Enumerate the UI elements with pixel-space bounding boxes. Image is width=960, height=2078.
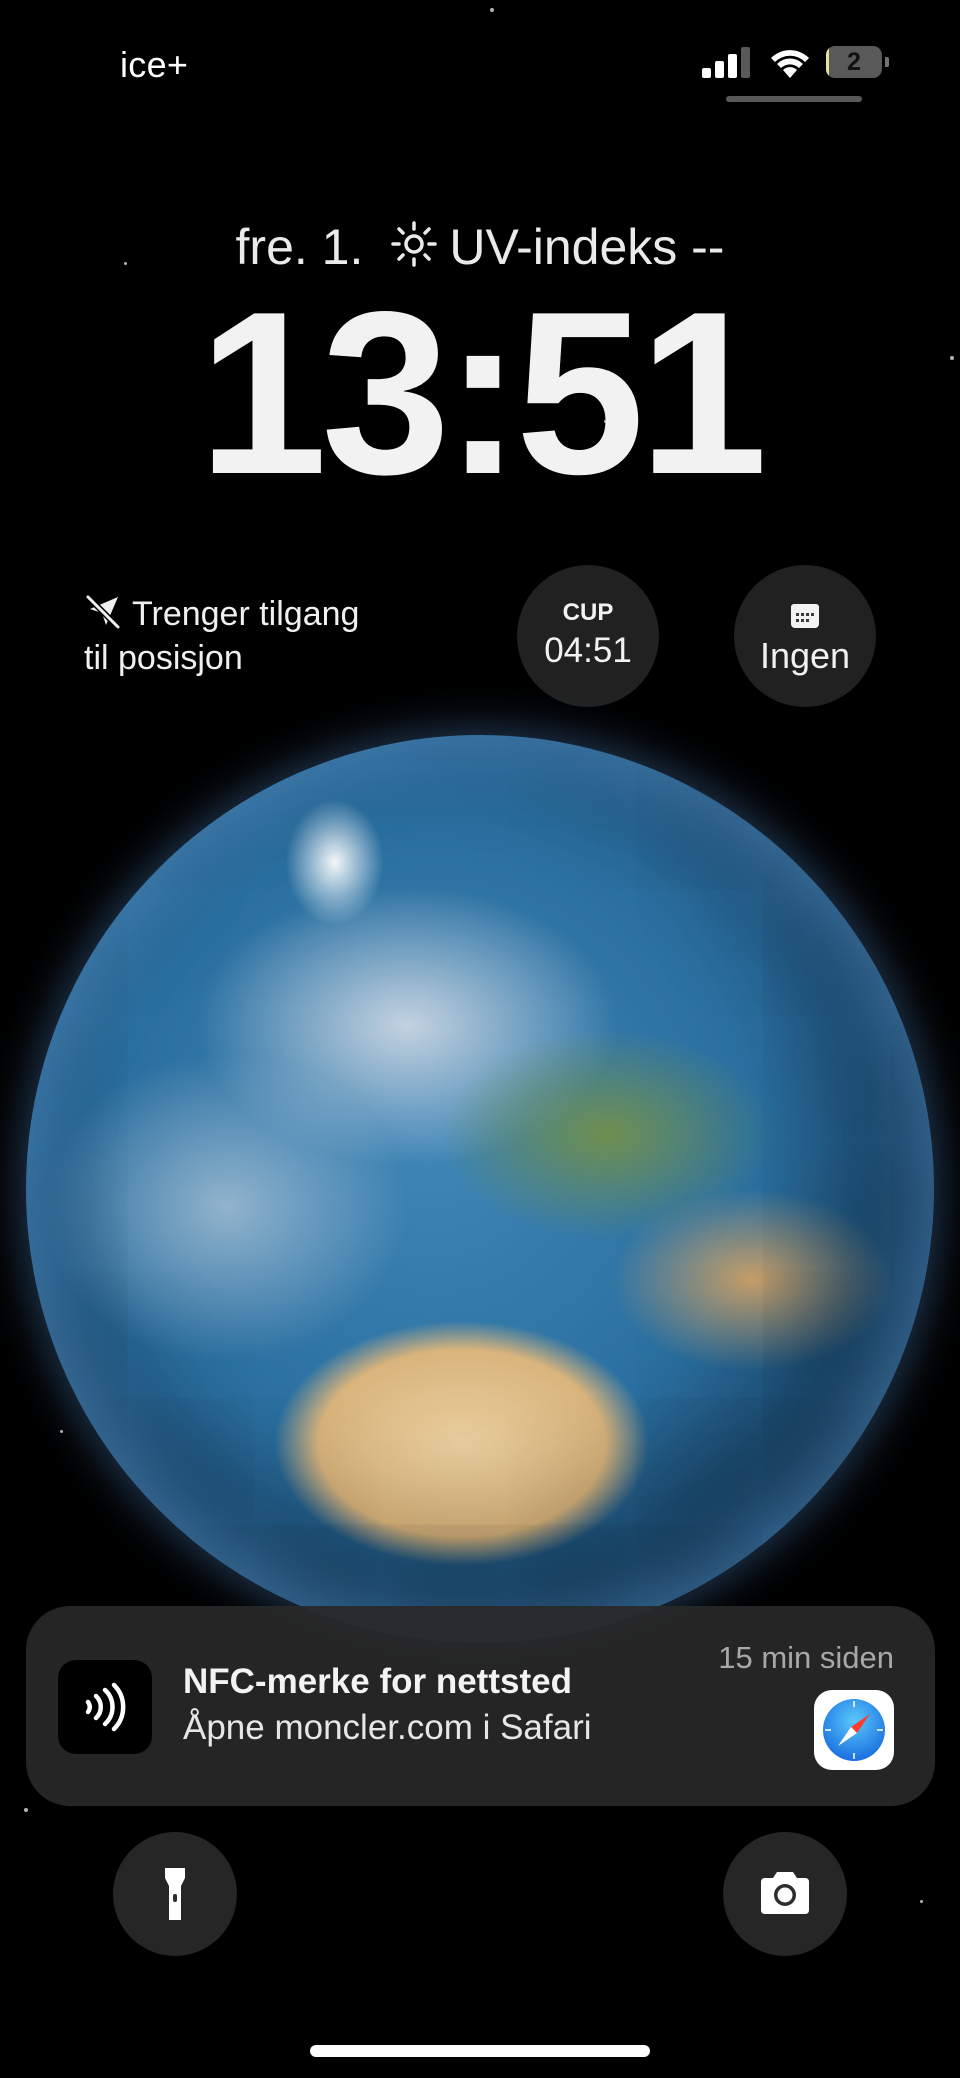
lock-screen-clock[interactable]: 13:51 <box>0 278 960 510</box>
location-widget[interactable]: Trenger tilgang til posisjon <box>84 592 424 680</box>
home-indicator[interactable] <box>310 2045 650 2057</box>
cellular-signal-icon <box>702 47 752 78</box>
battery-icon: 2 <box>826 46 890 78</box>
world-clock-time: 04:51 <box>544 631 632 670</box>
control-center-indicator[interactable] <box>726 96 862 102</box>
world-clock-widget[interactable]: CUP 04:51 <box>517 565 659 707</box>
earth-atmosphere <box>26 735 934 1643</box>
calendar-icon <box>791 604 819 628</box>
wifi-icon <box>768 46 812 80</box>
nfc-app-icon <box>58 1660 152 1754</box>
nfc-icon <box>85 1682 126 1732</box>
flashlight-icon <box>165 1868 185 1920</box>
camera-icon <box>761 1872 809 1914</box>
notification-card[interactable] <box>26 1606 935 1806</box>
flashlight-button[interactable] <box>113 1832 237 1956</box>
safari-icon <box>814 1690 894 1770</box>
calendar-widget[interactable]: Ingen <box>734 565 876 707</box>
calendar-widget-label: Ingen <box>759 635 851 676</box>
location-widget-line2: til posisjon <box>84 639 243 677</box>
notification-body: Åpne moncler.com i Safari <box>183 1708 592 1747</box>
sun-icon <box>391 221 438 267</box>
notification-time: 15 min siden <box>718 1640 894 1675</box>
location-off-icon <box>85 594 121 630</box>
notification-title: NFC-merke for nettsted <box>183 1662 572 1701</box>
world-clock-city: CUP <box>562 599 614 626</box>
location-widget-line1: Trenger tilgang <box>132 595 360 633</box>
camera-button[interactable] <box>723 1832 847 1956</box>
carrier-label: ice+ <box>120 44 189 85</box>
battery-level: 2 <box>847 48 861 76</box>
